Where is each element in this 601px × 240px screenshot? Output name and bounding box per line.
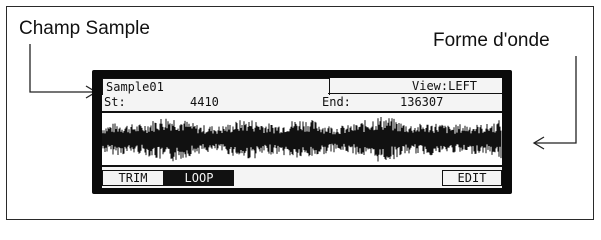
edit-button[interactable]: EDIT (442, 170, 502, 186)
sample-name: Sample01 (106, 80, 164, 94)
header-divider (328, 93, 502, 94)
sample-name-field[interactable]: Sample01 (102, 78, 330, 95)
waveform-icon (102, 117, 502, 162)
view-label[interactable]: View:LEFT (412, 79, 477, 93)
start-label: St: (104, 95, 126, 109)
trim-button[interactable]: TRIM (102, 170, 164, 186)
waveform-trace (102, 117, 502, 162)
start-value[interactable]: 4410 (190, 95, 219, 109)
arrow-waveform (534, 56, 577, 144)
lcd-display: Sample01 View:LEFT St: 4410 End: 136307 … (102, 78, 502, 188)
end-value[interactable]: 136307 (400, 95, 443, 109)
lcd-screen: Sample01 View:LEFT St: 4410 End: 136307 … (92, 70, 512, 194)
loop-button[interactable]: LOOP (164, 170, 234, 186)
end-label: End: (322, 95, 351, 109)
waveform-display (102, 111, 502, 167)
start-end-row: St: 4410 End: 136307 (104, 95, 500, 109)
arrow-sample-field (29, 44, 96, 93)
